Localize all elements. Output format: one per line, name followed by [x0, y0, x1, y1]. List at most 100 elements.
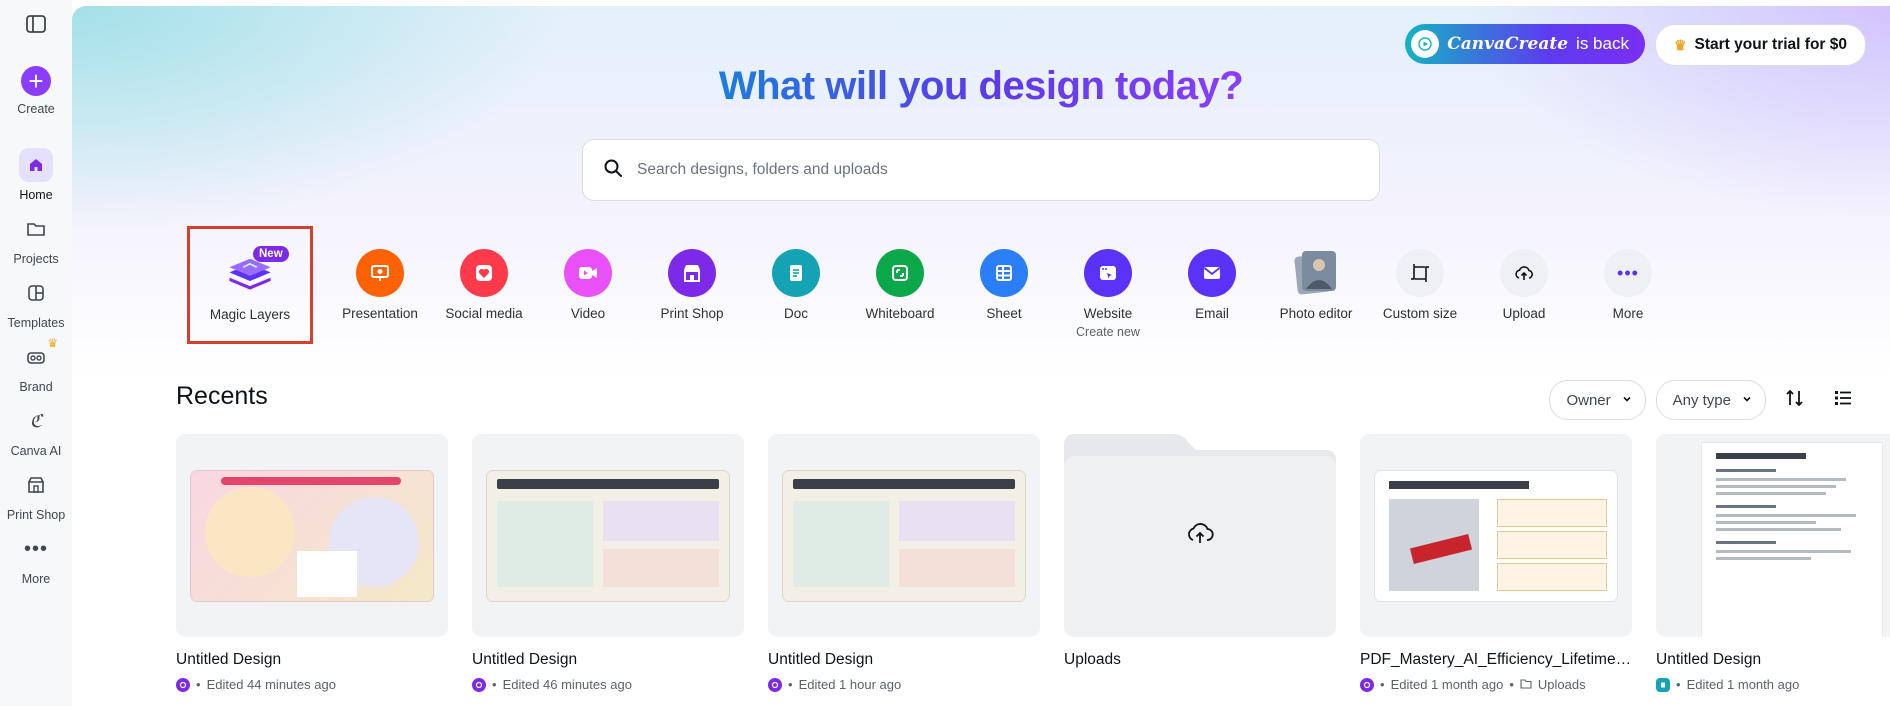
sort-button[interactable]: [1776, 381, 1814, 419]
bullet: •: [196, 677, 201, 692]
chevron-down-icon: [1621, 392, 1633, 409]
heart-icon: [460, 249, 508, 297]
search-bar[interactable]: [582, 139, 1380, 201]
thumbnail-image: [783, 470, 1025, 601]
sidebar-item-home[interactable]: Home: [0, 148, 72, 212]
home-icon: [19, 148, 53, 182]
recent-design-title: Untitled Design: [176, 651, 282, 668]
left-sidebar: + Create Home Projects Templates ♛ Brand…: [0, 0, 72, 706]
sidebar-item-label: More: [21, 572, 51, 586]
bullet: •: [492, 677, 497, 692]
shortcut-photo-editor[interactable]: Photo editor: [1264, 226, 1368, 321]
shortcut-social-media[interactable]: Social media: [432, 226, 536, 321]
sidebar-item-label: Canva AI: [10, 444, 62, 458]
sidebar-item-print-shop[interactable]: Print Shop: [0, 468, 72, 532]
shop-icon: [668, 249, 716, 297]
recent-design-card[interactable]: PDF_Mastery_AI_Efficiency_Lifetime_... •…: [1360, 434, 1632, 692]
thumbnail-image: [191, 470, 433, 601]
shortcut-label: Print Shop: [660, 306, 724, 321]
design-thumbnail: [472, 434, 744, 637]
shortcut-magic-layers[interactable]: New Magic Layers: [187, 226, 313, 344]
more-dots-icon: •••: [1604, 249, 1652, 297]
recent-design-card[interactable]: Untitled Design • Edited 46 minutes ago: [472, 434, 744, 692]
recent-doc-meta: • Edited 1 month ago: [1656, 677, 1890, 692]
owner-filter-label: Owner: [1566, 391, 1611, 409]
shortcut-whiteboard[interactable]: Whiteboard: [848, 226, 952, 321]
shortcut-video[interactable]: Video: [536, 226, 640, 321]
design-type-icon: [1360, 677, 1374, 692]
shortcut-sublabel: Create new: [1076, 325, 1140, 339]
sidebar-item-label: Templates: [7, 316, 65, 330]
design-type-icon: [472, 677, 486, 692]
design-type-icon: [768, 677, 782, 692]
thumbnail-image: [1702, 443, 1882, 637]
bullet: •: [1380, 677, 1385, 692]
canva-create-button[interactable]: CanvaCreate is back: [1405, 24, 1645, 64]
main-panel: CanvaCreate is back ♛ Start your trial f…: [72, 6, 1890, 706]
more-dots-icon: •••: [23, 537, 48, 560]
video-icon: [564, 249, 612, 297]
search-input[interactable]: [635, 160, 1359, 180]
recent-design-card[interactable]: Untitled Design • Edited 1 hour ago: [768, 434, 1040, 692]
shortcut-custom-size[interactable]: Custom size: [1368, 226, 1472, 321]
edited-time: Edited 1 month ago: [1686, 677, 1800, 692]
shortcut-label: Whiteboard: [865, 306, 935, 321]
recents-title: Recents: [176, 382, 268, 410]
shortcut-label: Photo editor: [1279, 306, 1353, 321]
presentation-icon: [356, 249, 404, 297]
sidebar-item-canva-ai[interactable]: ℭ Canva AI: [0, 404, 72, 468]
shortcut-label: Sheet: [986, 306, 1022, 321]
sidebar-item-projects[interactable]: Projects: [0, 212, 72, 276]
sidebar-toggle-icon[interactable]: [25, 14, 47, 34]
shortcut-more[interactable]: ••• More: [1576, 226, 1680, 321]
custom-size-icon: [1396, 249, 1444, 297]
recent-design-card[interactable]: Untitled Design • Edited 44 minutes ago: [176, 434, 448, 692]
list-view-button[interactable]: [1824, 381, 1862, 419]
website-icon: [1084, 249, 1132, 297]
sidebar-item-brand[interactable]: ♛ Brand: [0, 336, 72, 404]
sheet-icon: [980, 249, 1028, 297]
recent-doc-card[interactable]: Untitled Design • Edited 1 month ago: [1656, 434, 1890, 692]
edited-time: Edited 1 month ago: [1390, 677, 1504, 692]
shortcut-email[interactable]: Email: [1160, 226, 1264, 321]
recents-filters: Owner Any type: [1549, 380, 1862, 420]
type-filter[interactable]: Any type: [1655, 380, 1766, 420]
thumbnail-image: [487, 470, 729, 601]
recent-design-title: PDF_Mastery_AI_Efficiency_Lifetime_...: [1360, 651, 1632, 668]
sidebar-item-templates[interactable]: Templates: [0, 276, 72, 340]
shortcut-label: More: [1612, 306, 1644, 321]
shortcut-label: Social media: [445, 306, 523, 321]
shortcut-label: Custom size: [1382, 306, 1458, 321]
edited-time: Edited 44 minutes ago: [206, 677, 336, 692]
shortcut-label: Video: [570, 306, 606, 321]
email-icon: [1188, 249, 1236, 297]
page-title: What will you design today?: [72, 64, 1890, 109]
crown-icon: ♛: [47, 336, 58, 350]
shortcut-upload[interactable]: Upload: [1472, 226, 1576, 321]
sidebar-item-more[interactable]: ••• More: [0, 532, 72, 596]
list-view-icon: [1833, 389, 1853, 412]
recent-folder-card[interactable]: Uploads: [1064, 434, 1336, 669]
shortcut-website[interactable]: Website Create new: [1056, 226, 1160, 339]
doc-icon: [772, 249, 820, 297]
photo-editor-icon: [1292, 249, 1340, 297]
shortcut-presentation[interactable]: Presentation: [328, 226, 432, 321]
templates-icon: [19, 276, 53, 310]
start-trial-button[interactable]: ♛ Start your trial for $0: [1654, 24, 1866, 66]
shortcut-label: Presentation: [342, 306, 418, 321]
shortcut-sheet[interactable]: Sheet: [952, 226, 1056, 321]
bullet: •: [1509, 677, 1514, 692]
folder-icon: [19, 212, 53, 246]
sidebar-item-create[interactable]: + Create: [0, 66, 72, 130]
cloud-upload-icon: [1185, 520, 1215, 551]
shortcut-label: Website: [1083, 306, 1133, 321]
design-thumbnail: [1360, 434, 1632, 637]
recent-doc-title: Untitled Design: [1656, 651, 1762, 668]
bullet: •: [1676, 677, 1681, 692]
sort-icon: [1784, 388, 1806, 413]
start-trial-label: Start your trial for $0: [1694, 36, 1847, 53]
shortcut-print-shop[interactable]: Print Shop: [640, 226, 744, 321]
shortcut-doc[interactable]: Doc: [744, 226, 848, 321]
thumbnail-image: [1375, 470, 1617, 601]
owner-filter[interactable]: Owner: [1549, 380, 1646, 420]
